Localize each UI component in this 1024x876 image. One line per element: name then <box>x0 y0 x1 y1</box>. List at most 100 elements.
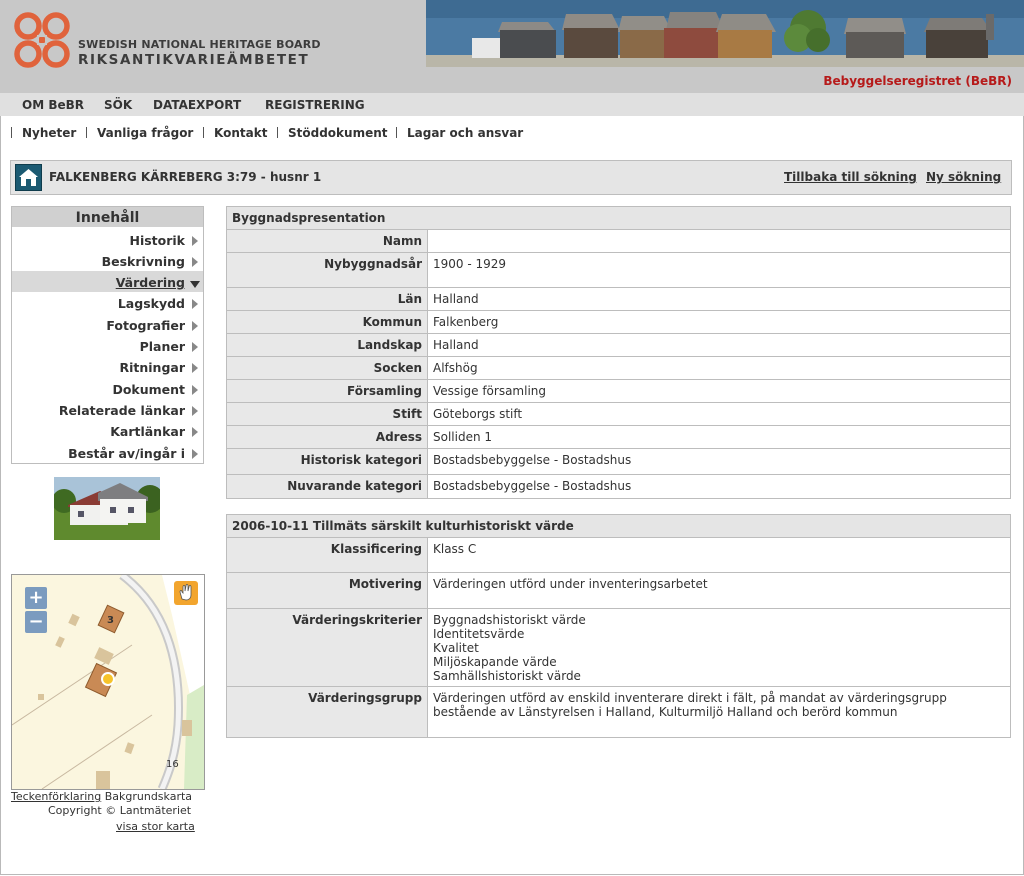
house-icon <box>15 164 42 191</box>
object-title: FALKENBERG KÄRREBERG 3:79 - husnr 1 <box>49 170 322 184</box>
chevron-right-icon <box>192 427 198 437</box>
row-key: Landskap <box>226 333 428 357</box>
chevron-right-icon <box>192 299 198 309</box>
toc-item-bestar-av[interactable]: Består av/ingår i <box>12 442 203 463</box>
table-row: Värderingsgrupp Värderingen utförd av en… <box>226 686 1011 738</box>
table-row: Län Halland <box>226 287 1011 311</box>
row-value: Göteborgs stift <box>427 402 1011 426</box>
value-line: Byggnadshistoriskt värde <box>433 613 586 627</box>
zoom-in-button[interactable]: + <box>25 587 47 609</box>
toc-item-ritningar[interactable]: Ritningar <box>12 356 203 377</box>
row-value: Halland <box>427 333 1011 357</box>
object-titlebar: FALKENBERG KÄRREBERG 3:79 - husnr 1 Till… <box>10 160 1012 195</box>
toc-item-label: Värdering <box>115 275 185 290</box>
toc-item-label: Kartlänkar <box>110 424 185 439</box>
menu-item-sok[interactable]: SÖK <box>104 98 132 112</box>
row-value: Bostadsbebyggelse - Bostadshus <box>427 448 1011 475</box>
building-photo-thumbnail[interactable] <box>54 477 160 540</box>
row-key: Socken <box>226 356 428 380</box>
row-value: Byggnadshistoriskt värde Identitetsvärde… <box>427 608 1011 687</box>
row-key: Län <box>226 287 428 311</box>
toc-item-label: Fotografier <box>106 318 185 333</box>
table-row: Adress Solliden 1 <box>226 425 1011 449</box>
zoom-out-button[interactable]: − <box>25 611 47 633</box>
valuation-table: 2006-10-11 Tillmäts särskilt kulturhisto… <box>226 514 1011 738</box>
table-row: Socken Alfshög <box>226 356 1011 380</box>
background-map-label[interactable]: Bakgrundskarta <box>105 790 192 803</box>
legend-link[interactable]: Teckenförklaring <box>11 790 101 803</box>
row-value <box>427 229 1011 253</box>
submenu-item-vanliga-fragor[interactable]: Vanliga frågor <box>97 126 193 140</box>
table-row: Historisk kategori Bostadsbebyggelse - Bo… <box>226 448 1011 475</box>
row-key: Församling <box>226 379 428 403</box>
toc-item-label: Dokument <box>112 382 185 397</box>
table-row: Stift Göteborgs stift <box>226 402 1011 426</box>
large-map-link[interactable]: visa stor karta <box>116 820 195 833</box>
org-name-sv: RIKSANTIKVARIEÄMBETET <box>78 52 310 68</box>
back-to-search-link[interactable]: Tillbaka till sökning <box>784 170 917 184</box>
row-key: Nybyggnadsår <box>226 252 428 288</box>
menu-item-registrering[interactable]: REGISTRERING <box>265 98 365 112</box>
row-value: Värderingen utförd av enskild inventerar… <box>427 686 1011 738</box>
banner-image <box>426 0 1024 67</box>
map-label: 16 <box>166 759 179 770</box>
submenu-item-nyheter[interactable]: Nyheter <box>22 126 76 140</box>
heritage-logo-icon[interactable] <box>10 8 74 72</box>
toc-item-label: Består av/ingår i <box>68 446 185 461</box>
table-row: Namn <box>226 229 1011 253</box>
row-key: Stift <box>226 402 428 426</box>
menu-separator <box>11 127 12 138</box>
toc-item-label: Beskrivning <box>101 254 185 269</box>
row-value: Halland <box>427 287 1011 311</box>
chevron-right-icon <box>192 257 198 267</box>
chevron-right-icon <box>192 342 198 352</box>
chevron-right-icon <box>192 385 198 395</box>
pan-hand-icon[interactable] <box>174 581 198 605</box>
row-key: Klassificering <box>226 537 428 573</box>
row-value: Klass C <box>427 537 1011 573</box>
row-key: Motivering <box>226 572 428 609</box>
submenu-item-stoddokument[interactable]: Stöddokument <box>288 126 388 140</box>
chevron-right-icon <box>192 363 198 373</box>
table-caption: 2006-10-11 Tillmäts särskilt kulturhisto… <box>226 514 1011 538</box>
new-search-link[interactable]: Ny sökning <box>926 170 1001 184</box>
row-key: Namn <box>226 229 428 253</box>
toc-item-planer[interactable]: Planer <box>12 335 203 356</box>
toc-item-historik[interactable]: Historik <box>12 229 203 250</box>
site-brand[interactable]: Bebyggelseregistret (BeBR) <box>823 74 1012 88</box>
row-key: Värderingsgrupp <box>226 686 428 738</box>
toc-item-label: Lagskydd <box>117 296 185 311</box>
menu-item-dataexport[interactable]: DATAEXPORT <box>153 98 241 112</box>
presentation-table: Byggnadspresentation Namn Nybyggnadsår 19… <box>226 206 1011 499</box>
location-map[interactable]: + − 3 16 <box>11 574 205 790</box>
submenu-item-kontakt[interactable]: Kontakt <box>214 126 267 140</box>
menu-item-om-bebr[interactable]: OM BeBR <box>22 98 84 112</box>
row-key: Historisk kategori <box>226 448 428 475</box>
menu-separator <box>86 127 87 138</box>
chevron-right-icon <box>192 236 198 246</box>
toc-item-fotografier[interactable]: Fotografier <box>12 314 203 335</box>
map-label: 3 <box>107 615 114 626</box>
value-line: Värderingen utförd av enskild inventerar… <box>433 691 947 705</box>
row-value: Falkenberg <box>427 310 1011 334</box>
submenu-item-lagar-och-ansvar[interactable]: Lagar och ansvar <box>407 126 523 140</box>
row-key: Nuvarande kategori <box>226 474 428 499</box>
contents-sidebar: Innehåll Historik Beskrivning Värdering … <box>11 206 204 464</box>
table-row: Kommun Falkenberg <box>226 310 1011 334</box>
value-line: Kvalitet <box>433 641 479 655</box>
toc-item-label: Historik <box>129 233 185 248</box>
toc-item-beskrivning[interactable]: Beskrivning <box>12 250 203 271</box>
toc-item-relaterade-lankar[interactable]: Relaterade länkar <box>12 399 203 420</box>
toc-item-lagskydd[interactable]: Lagskydd <box>12 292 203 313</box>
menu-separator <box>277 127 278 138</box>
row-key: Adress <box>226 425 428 449</box>
row-value: Solliden 1 <box>427 425 1011 449</box>
toc-item-vardering[interactable]: Värdering <box>12 271 203 292</box>
toc-item-dokument[interactable]: Dokument <box>12 378 203 399</box>
table-row: Klassificering Klass C <box>226 537 1011 573</box>
row-value: Bostadsbebyggelse - Bostadshus <box>427 474 1011 499</box>
value-line: Samhällshistoriskt värde <box>433 669 581 683</box>
toc-item-kartlankar[interactable]: Kartlänkar <box>12 420 203 441</box>
table-row: Värderingskriterier Byggnadshistoriskt v… <box>226 608 1011 687</box>
row-key: Kommun <box>226 310 428 334</box>
